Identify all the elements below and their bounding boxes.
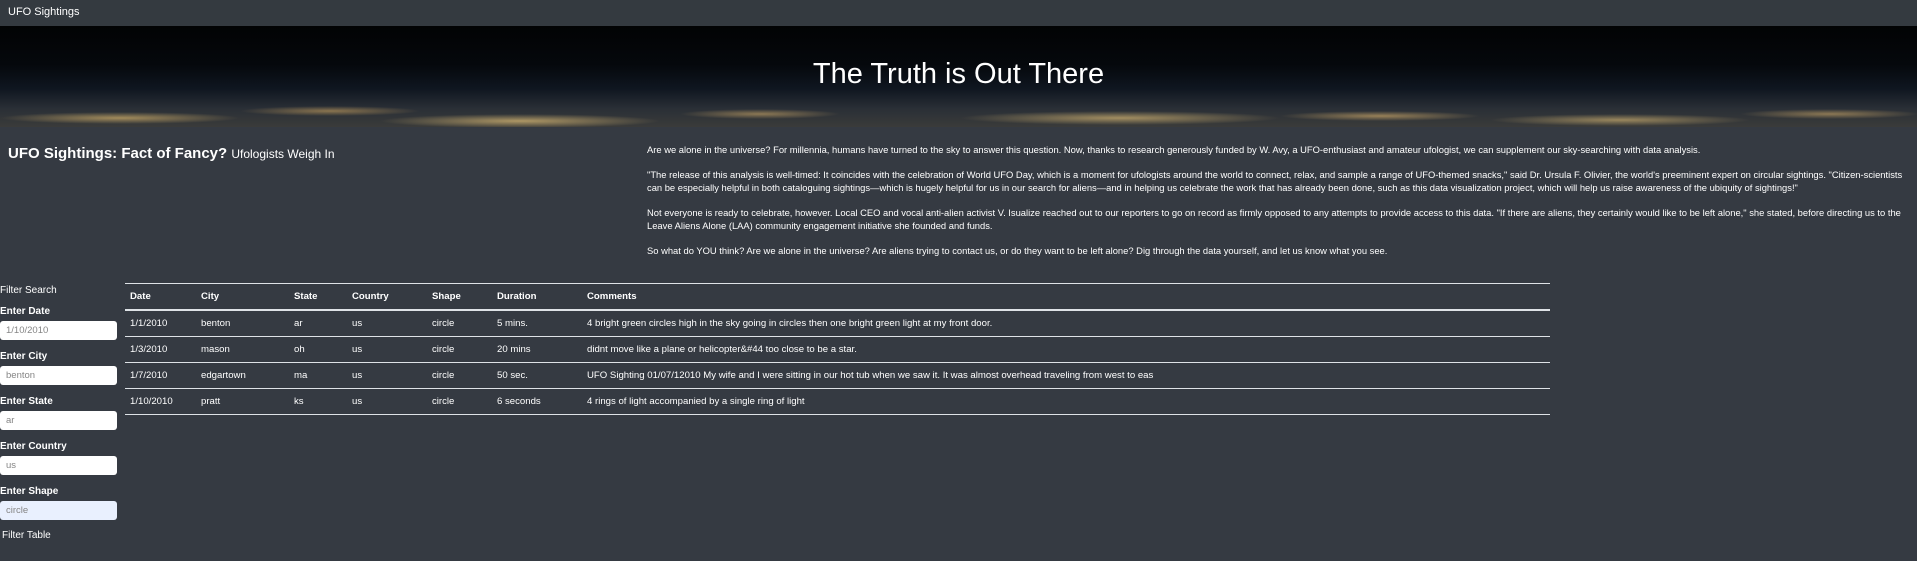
table-row: 1/3/2010 mason oh us circle 20 mins didn… <box>125 337 1550 363</box>
column-header-comments: Comments <box>587 291 637 302</box>
ufo-table: Date City State Country Shape Duration C… <box>125 283 1550 415</box>
filter-table-button[interactable]: Filter Table <box>2 530 51 541</box>
article-paragraph: "The release of this analysis is well-ti… <box>647 169 1903 194</box>
cell-country: us <box>352 370 363 381</box>
cell-state: ks <box>294 396 304 407</box>
cell-country: us <box>352 396 363 407</box>
article-paragraph: Not everyone is ready to celebrate, howe… <box>647 207 1901 232</box>
cell-city: pratt <box>201 396 221 407</box>
cell-comments: didnt move like a plane or helicopter&#4… <box>587 344 857 355</box>
state-label: Enter State <box>0 396 53 407</box>
column-header-date: Date <box>130 291 151 302</box>
cell-state: oh <box>294 344 305 355</box>
table-header-row: Date City State Country Shape Duration C… <box>125 283 1550 310</box>
table-row: 1/7/2010 edgartown ma us circle 50 sec. … <box>125 363 1550 389</box>
cell-city: benton <box>201 318 231 329</box>
cell-state: ma <box>294 370 308 381</box>
country-label: Enter Country <box>0 441 67 452</box>
navbar-brand[interactable]: UFO Sightings <box>8 6 80 18</box>
cell-date: 1/3/2010 <box>130 344 168 355</box>
date-input[interactable] <box>0 321 117 340</box>
article-body: Are we alone in the universe? For millen… <box>647 144 1907 271</box>
cell-duration: 6 seconds <box>497 396 541 407</box>
cell-comments: UFO Sighting 01/07/12010 My wife and I w… <box>587 370 1154 381</box>
article-title-text: UFO Sightings: Fact of Fancy? <box>8 145 228 162</box>
filter-search-title: Filter Search <box>0 285 57 296</box>
navbar: UFO Sightings <box>0 0 1917 26</box>
cell-country: us <box>352 344 363 355</box>
cell-date: 1/7/2010 <box>130 370 168 381</box>
cell-comments: 4 rings of light accompanied by a single… <box>587 396 805 407</box>
article-subtitle: Ufologists Weigh In <box>231 147 335 161</box>
hero-title: The Truth is Out There <box>812 58 1105 90</box>
state-input[interactable] <box>0 411 117 430</box>
date-label: Enter Date <box>0 306 51 317</box>
cell-duration: 5 mins. <box>497 318 528 329</box>
column-header-shape: Shape <box>432 291 461 302</box>
table-body: 1/1/2010 benton ar us circle 5 mins. 4 b… <box>125 310 1550 415</box>
cell-shape: circle <box>432 344 455 355</box>
cell-city: mason <box>201 344 230 355</box>
table-row: 1/1/2010 benton ar us circle 5 mins. 4 b… <box>125 310 1550 337</box>
table-row: 1/10/2010 pratt ks us circle 6 seconds 4… <box>125 389 1550 415</box>
country-input[interactable] <box>0 456 117 475</box>
column-header-duration: Duration <box>497 291 537 302</box>
column-header-city: City <box>201 291 220 302</box>
article-paragraph: Are we alone in the universe? For millen… <box>647 144 1701 155</box>
cell-duration: 50 sec. <box>497 370 528 381</box>
column-header-state: State <box>294 291 318 302</box>
cell-comments: 4 bright green circles high in the sky g… <box>587 318 993 329</box>
cell-city: edgartown <box>201 370 246 381</box>
city-label: Enter City <box>0 351 48 362</box>
column-header-country: Country <box>352 291 389 302</box>
city-input[interactable] <box>0 366 117 385</box>
cell-duration: 20 mins <box>497 344 531 355</box>
hero-banner: The Truth is Out There <box>0 26 1917 127</box>
cell-shape: circle <box>432 370 455 381</box>
cell-state: ar <box>294 318 303 329</box>
cell-date: 1/10/2010 <box>130 396 173 407</box>
cell-shape: circle <box>432 318 455 329</box>
cell-date: 1/1/2010 <box>130 318 168 329</box>
cell-country: us <box>352 318 363 329</box>
shape-input[interactable] <box>0 501 117 520</box>
article-title: UFO Sightings: Fact of Fancy? Ufologists… <box>8 145 335 162</box>
article-paragraph: So what do YOU think? Are we alone in th… <box>647 245 1388 257</box>
table-header: Date City State Country Shape Duration C… <box>125 283 1550 310</box>
cell-shape: circle <box>432 396 455 407</box>
shape-label: Enter Shape <box>0 486 59 497</box>
